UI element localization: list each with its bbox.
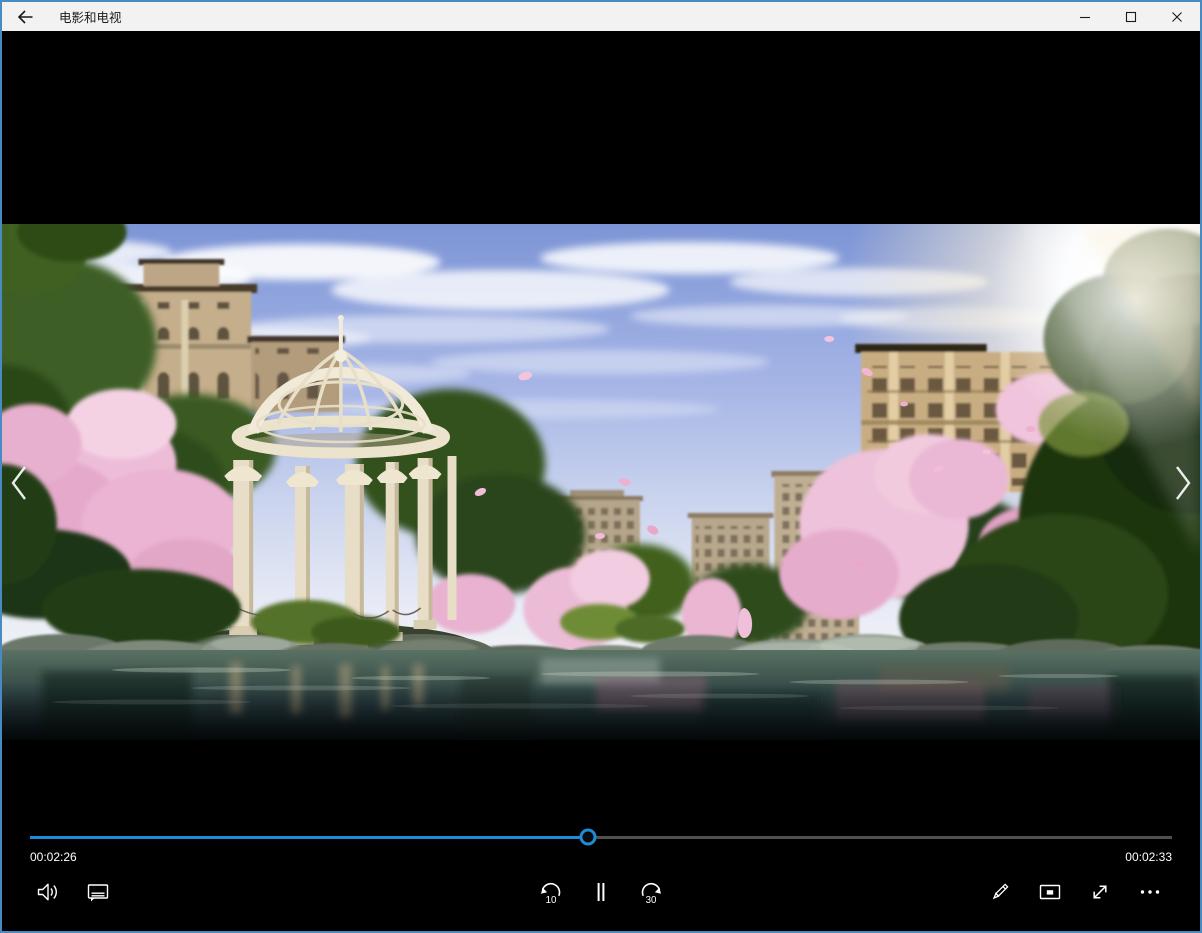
edit-button[interactable] [980,872,1020,912]
skip-forward-label: 30 [646,895,657,905]
volume-button[interactable] [28,872,68,912]
left-control-group [28,872,118,912]
video-scene [2,224,1200,740]
chevron-right-icon [1166,462,1196,504]
more-options-button[interactable] [1130,872,1170,912]
chevron-left-icon [6,462,36,504]
back-button[interactable] [2,2,48,31]
subtitles-icon [86,880,110,904]
close-button[interactable] [1154,2,1200,31]
titlebar: 电影和电视 [2,2,1200,31]
pause-button[interactable] [581,872,621,912]
movies-tv-window: 电影和电视 [0,0,1202,933]
volume-icon [36,880,60,904]
minimize-button[interactable] [1062,2,1108,31]
skip-back-10-button[interactable]: 10 [531,872,571,912]
rewind-10-icon: 10 [538,879,564,905]
maximize-button[interactable] [1108,2,1154,31]
picture-in-picture-icon [1038,880,1062,904]
window-title: 电影和电视 [59,7,122,26]
video-content[interactable] [2,224,1200,740]
center-control-group: 10 30 [531,872,671,912]
mini-player-button[interactable] [1030,872,1070,912]
skip-forward-30-button[interactable]: 30 [631,872,671,912]
minimize-icon [1079,11,1091,23]
close-icon [1171,11,1183,23]
pencil-icon [988,880,1012,904]
seek-progress [30,836,588,839]
previous-button[interactable] [6,462,36,504]
maximize-icon [1125,11,1137,23]
forward-30-icon: 30 [638,879,664,905]
video-player: 00:02:26 00:02:33 [2,31,1200,931]
fullscreen-button[interactable] [1080,872,1120,912]
back-arrow-icon [16,8,34,26]
right-control-group [980,872,1170,912]
seek-bar[interactable] [30,829,1172,846]
seek-thumb[interactable] [580,829,597,846]
next-button[interactable] [1166,462,1196,504]
total-time: 00:02:33 [1125,850,1172,864]
ellipsis-icon [1138,880,1162,904]
subtitles-button[interactable] [78,872,118,912]
skip-back-label: 10 [546,895,557,905]
pause-icon [589,880,613,904]
fullscreen-icon [1088,880,1112,904]
window-controls [1062,2,1200,31]
elapsed-time: 00:02:26 [30,850,77,864]
